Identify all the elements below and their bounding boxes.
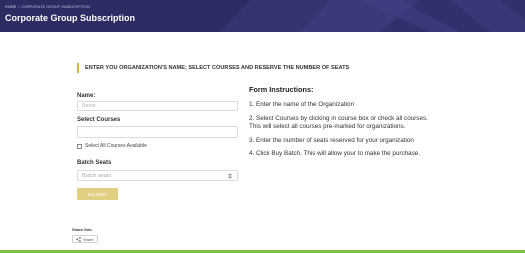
batch-seats-value: Batch seats bbox=[82, 172, 112, 179]
select-all-courses-checkbox[interactable] bbox=[77, 143, 82, 149]
name-label: Name: bbox=[77, 93, 96, 99]
form-instructions: Form Instructions: 1. Enter the name of … bbox=[249, 85, 434, 164]
name-input[interactable] bbox=[77, 101, 238, 111]
instruction-item: 1. Enter the name of the Organization bbox=[249, 101, 355, 108]
instructions-title: Form Instructions: bbox=[249, 85, 314, 94]
share-icon bbox=[76, 236, 81, 242]
courses-input[interactable] bbox=[77, 126, 238, 138]
instruction-item: 2. Select Courses by clicking in course … bbox=[249, 114, 428, 131]
select-courses-label: Select Courses bbox=[77, 117, 121, 123]
page-header: HOME / CORPORATE GROUP SUBSCRIPTION Corpor… bbox=[0, 0, 525, 32]
page-title: Corporate Group Subscription bbox=[5, 13, 136, 23]
breadcrumb-home-link[interactable]: HOME bbox=[5, 5, 16, 9]
batch-seats-label: Batch Seats bbox=[77, 160, 112, 166]
breadcrumb-separator: / bbox=[18, 5, 20, 9]
form-section-heading: ENTER YOU ORGANIZATION'S NAME; SELECT CO… bbox=[77, 63, 349, 73]
select-arrows-icon bbox=[227, 172, 233, 180]
breadcrumb: HOME / CORPORATE GROUP SUBSCRIPTION bbox=[5, 5, 90, 9]
share-button[interactable]: Share bbox=[72, 235, 98, 243]
batch-seats-select[interactable]: Batch seats bbox=[77, 170, 238, 181]
select-all-courses-row: Select All Courses Available bbox=[77, 143, 147, 149]
instruction-item: 3. Enter the number of seats reserved fo… bbox=[249, 136, 414, 144]
buy-batch-button[interactable]: Buy Batch bbox=[77, 188, 118, 200]
instruction-item: 4. Click Buy Batch. This will allow your… bbox=[249, 150, 421, 158]
select-all-courses-label: Select All Courses Available bbox=[85, 143, 147, 149]
share-button-label: Share bbox=[83, 236, 94, 242]
breadcrumb-current: CORPORATE GROUP SUBSCRIPTION bbox=[21, 5, 90, 9]
share-section: Share this: Share bbox=[72, 227, 98, 243]
share-title: Share this: bbox=[72, 227, 93, 232]
